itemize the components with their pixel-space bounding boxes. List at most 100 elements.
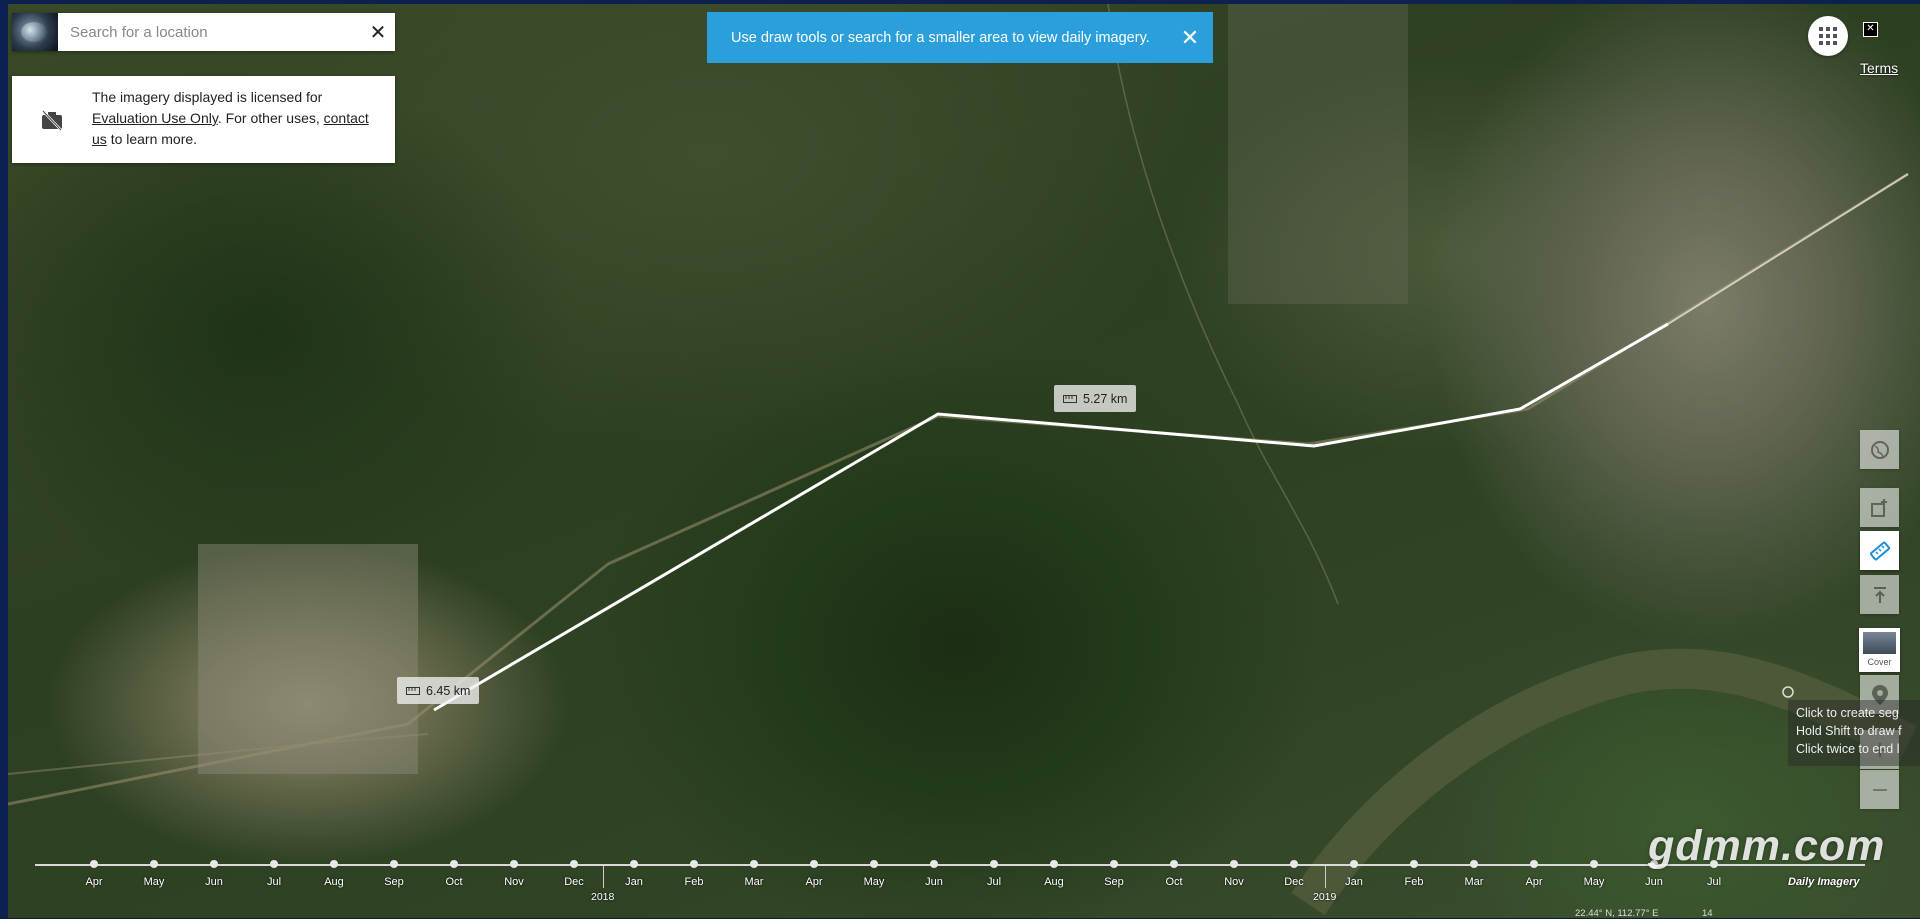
- timeline-tick[interactable]: [510, 860, 518, 868]
- year-divider: [603, 866, 604, 888]
- search-bar: ✕: [12, 13, 395, 51]
- close-icon[interactable]: ✕: [1167, 25, 1213, 51]
- daily-imagery-banner: Use draw tools or search for a smaller a…: [707, 12, 1213, 63]
- measurement-value: 6.45 km: [426, 683, 471, 698]
- timeline-tick[interactable]: [1050, 860, 1058, 868]
- license-text-1: The imagery displayed is licensed for: [92, 89, 323, 105]
- timeline-tick[interactable]: [930, 860, 938, 868]
- globe-icon: [1870, 440, 1889, 459]
- timeline-tick[interactable]: [90, 860, 98, 868]
- terms-link[interactable]: Terms: [1860, 60, 1898, 76]
- route-extension: [1667, 173, 1909, 325]
- year-divider: [1325, 866, 1326, 888]
- timeline-month-label: Oct: [1165, 876, 1183, 888]
- draw-area-button[interactable]: [1860, 488, 1899, 527]
- close-icon[interactable]: ✕: [361, 13, 395, 51]
- timeline-month-label: Mar: [744, 876, 764, 888]
- minus-icon: [1872, 788, 1887, 791]
- timeline-tick[interactable]: [450, 860, 458, 868]
- timeline-tick[interactable]: [150, 860, 158, 868]
- timeline-tick[interactable]: [390, 860, 398, 868]
- timeline-tick[interactable]: [570, 860, 578, 868]
- timeline-month-label: Dec: [564, 876, 584, 888]
- timeline-month-label: Sep: [384, 876, 404, 888]
- no-camera-icon: [12, 76, 92, 163]
- timeline-month-label: Feb: [684, 876, 704, 888]
- watermark: gdmm.com: [1648, 822, 1886, 870]
- year-label: 2018: [591, 891, 615, 903]
- timeline-tick[interactable]: [870, 860, 878, 868]
- measure-tool-button[interactable]: [1860, 531, 1899, 570]
- license-notice: The imagery displayed is licensed for Ev…: [12, 76, 395, 163]
- banner-message: Use draw tools or search for a smaller a…: [731, 29, 1150, 46]
- timeline-tick[interactable]: [630, 860, 638, 868]
- timeline-month-label: Mar: [1464, 876, 1484, 888]
- cover-thumbnail: [1863, 632, 1896, 654]
- globe-view-button[interactable]: [1860, 430, 1899, 469]
- timeline-tick[interactable]: [750, 860, 758, 868]
- timeline-tick[interactable]: [1170, 860, 1178, 868]
- draw-shape-icon: [1870, 498, 1887, 517]
- ruler-icon: [406, 686, 420, 695]
- timeline-month-label: Oct: [445, 876, 463, 888]
- timeline-tick[interactable]: [1230, 860, 1238, 868]
- timeline-tick[interactable]: [1410, 860, 1418, 868]
- year-label: 2019: [1313, 891, 1337, 903]
- timeline-tick[interactable]: [210, 860, 218, 868]
- apps-button[interactable]: [1808, 16, 1848, 56]
- timeline-tick[interactable]: [810, 860, 818, 868]
- globe-icon[interactable]: [12, 13, 58, 51]
- timeline-tick[interactable]: [1590, 860, 1598, 868]
- timeline-month-label: Jan: [1345, 876, 1363, 888]
- timeline-month-label: Aug: [1044, 876, 1064, 888]
- timeline-tick[interactable]: [690, 860, 698, 868]
- timeline-month-label: Jul: [1706, 876, 1722, 888]
- timeline-month-label: Jun: [205, 876, 223, 888]
- close-icon[interactable]: ✕: [1863, 22, 1878, 37]
- measurement-label[interactable]: 6.45 km: [397, 677, 480, 704]
- timeline-month-label: Aug: [324, 876, 344, 888]
- timeline-tick[interactable]: [1110, 860, 1118, 868]
- measurement-value: 5.27 km: [1083, 391, 1128, 406]
- daily-imagery-label: Daily Imagery: [1788, 876, 1860, 888]
- timeline-month-label: Jul: [266, 876, 282, 888]
- measure-route-line[interactable]: [433, 322, 1669, 712]
- zoom-out-button[interactable]: [1860, 770, 1899, 809]
- town-area: [1228, 4, 1408, 304]
- timeline-tick[interactable]: [270, 860, 278, 868]
- license-text: The imagery displayed is licensed for Ev…: [92, 76, 395, 163]
- zoom-level-readout: 14: [1702, 908, 1713, 919]
- timeline-tick[interactable]: [330, 860, 338, 868]
- license-text-3: to learn more.: [110, 131, 198, 147]
- draw-hint-tooltip: Click to create seg Hold Shift to draw f…: [1788, 700, 1920, 766]
- grid-icon: [1819, 27, 1837, 45]
- timeline-tick[interactable]: [1290, 860, 1298, 868]
- measurement-label[interactable]: 5.27 km: [1054, 385, 1137, 412]
- timeline-month-label: Nov: [1224, 876, 1244, 888]
- search-input[interactable]: [58, 23, 361, 41]
- timeline-tick[interactable]: [1350, 860, 1358, 868]
- hint-line: Hold Shift to draw f: [1796, 724, 1902, 738]
- timeline-month-label: Jun: [1645, 876, 1663, 888]
- timeline-tick[interactable]: [1470, 860, 1478, 868]
- timeline-month-label: Jun: [925, 876, 943, 888]
- upload-button[interactable]: [1860, 575, 1899, 614]
- cover-layer-button[interactable]: Cover: [1859, 628, 1900, 672]
- hint-line: Click twice to end l: [1796, 742, 1900, 756]
- timeline-month-label: Jan: [625, 876, 643, 888]
- ruler-icon: [1869, 541, 1890, 560]
- industrial-area: [198, 544, 418, 774]
- timeline-month-label: Jul: [986, 876, 1002, 888]
- upload-icon: [1873, 586, 1886, 603]
- timeline-tick[interactable]: [1530, 860, 1538, 868]
- evaluation-use-link[interactable]: Evaluation Use Only: [92, 110, 218, 126]
- timeline-month-label: May: [863, 876, 885, 888]
- timeline-month-label: May: [143, 876, 165, 888]
- app-frame: ✕ The imagery displayed is licensed for …: [0, 0, 1920, 919]
- timeline-month-label: May: [1583, 876, 1605, 888]
- coordinates-readout: 22.44° N, 112.77° E: [1575, 908, 1659, 919]
- timeline-month-label: Apr: [85, 876, 103, 888]
- ruler-icon: [1063, 394, 1077, 403]
- timeline-tick[interactable]: [990, 860, 998, 868]
- timeline-month-label: Apr: [1525, 876, 1543, 888]
